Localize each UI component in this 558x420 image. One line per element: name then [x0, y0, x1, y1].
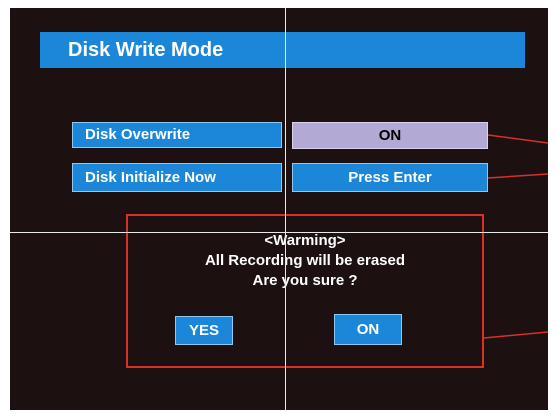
callout-lines	[483, 134, 548, 339]
osd-screen: Disk Write Mode Disk Overwrite ON Disk I…	[10, 8, 548, 410]
callout-line-overwrite	[487, 134, 548, 144]
callout-line-initialize	[487, 173, 548, 179]
callout-line-dialog	[483, 331, 548, 339]
